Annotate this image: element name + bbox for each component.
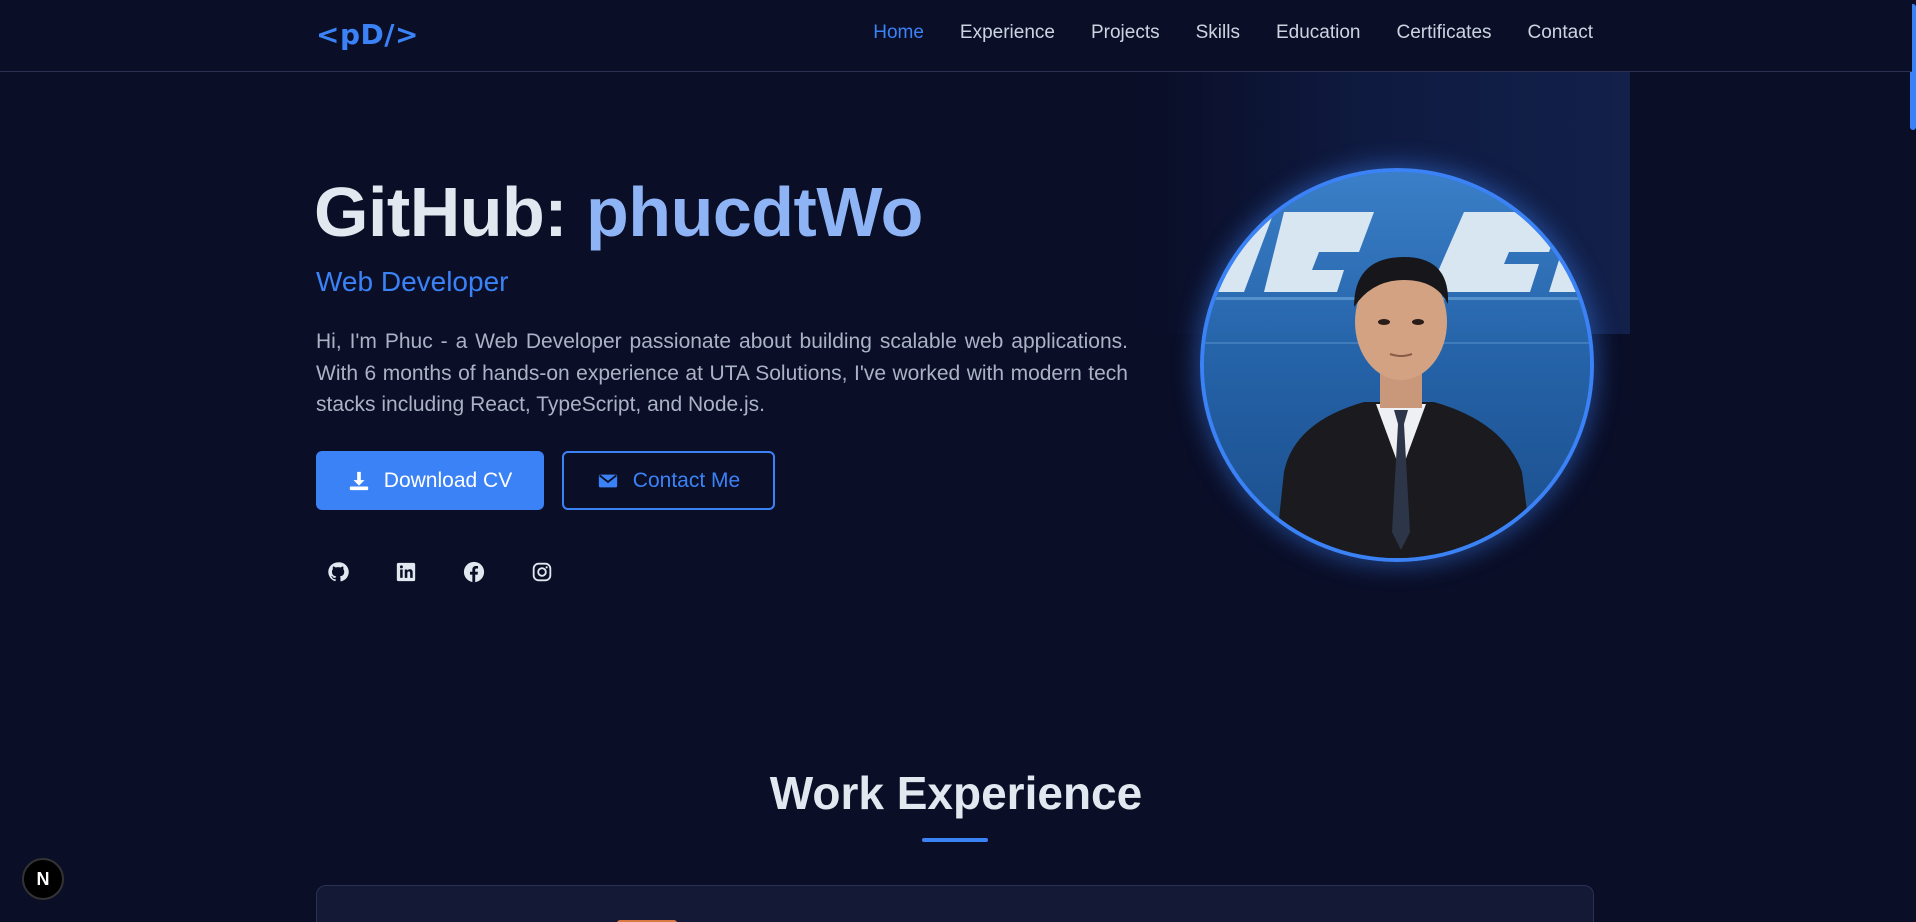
- profile-avatar: [1200, 168, 1594, 562]
- nextjs-dev-indicator[interactable]: N: [22, 858, 64, 900]
- experience-card: [316, 885, 1594, 922]
- hero-title-username: phucdtWo: [586, 173, 923, 251]
- download-icon: [348, 470, 370, 492]
- nav-link-experience[interactable]: Experience: [960, 22, 1055, 44]
- github-link[interactable]: [316, 552, 360, 596]
- github-icon: [327, 561, 349, 588]
- portfolio-page: <pD/> Home Experience Projects Skills Ed…: [0, 0, 1916, 922]
- work-experience-title: Work Experience: [769, 767, 1143, 819]
- download-cv-label: Download CV: [383, 468, 513, 492]
- instagram-link[interactable]: [520, 552, 564, 596]
- download-cv-button[interactable]: Download CV: [316, 451, 544, 510]
- section-underline: [922, 838, 988, 842]
- linkedin-link[interactable]: [384, 552, 428, 596]
- facebook-link[interactable]: [452, 552, 496, 596]
- site-logo[interactable]: <pD/>: [316, 18, 419, 51]
- scrollbar[interactable]: [1910, 0, 1916, 922]
- nav-link-home[interactable]: Home: [873, 22, 924, 44]
- nav-links: Home Experience Projects Skills Educatio…: [873, 22, 1593, 44]
- instagram-icon: [532, 562, 552, 587]
- hero-subtitle: Web Developer: [316, 266, 509, 297]
- nav-link-projects[interactable]: Projects: [1091, 22, 1160, 44]
- nav-link-education[interactable]: Education: [1276, 22, 1361, 44]
- navbar: <pD/> Home Experience Projects Skills Ed…: [0, 0, 1912, 72]
- linkedin-icon: [396, 562, 416, 587]
- contact-me-label: Contact Me: [632, 468, 741, 492]
- hero-description: Hi, I'm Phuc - a Web Developer passionat…: [316, 330, 1128, 416]
- social-links: [316, 552, 564, 596]
- contact-me-button[interactable]: Contact Me: [562, 451, 775, 510]
- nav-link-certificates[interactable]: Certificates: [1396, 22, 1491, 44]
- nav-link-contact[interactable]: Contact: [1528, 22, 1593, 44]
- hero-title: GitHub: phucdtWo: [314, 172, 923, 252]
- envelope-icon: [597, 470, 619, 492]
- nav-link-skills[interactable]: Skills: [1196, 22, 1240, 44]
- facebook-icon: [463, 561, 485, 588]
- hero-title-prefix: GitHub:: [314, 173, 587, 251]
- profile-photo: [1204, 172, 1590, 558]
